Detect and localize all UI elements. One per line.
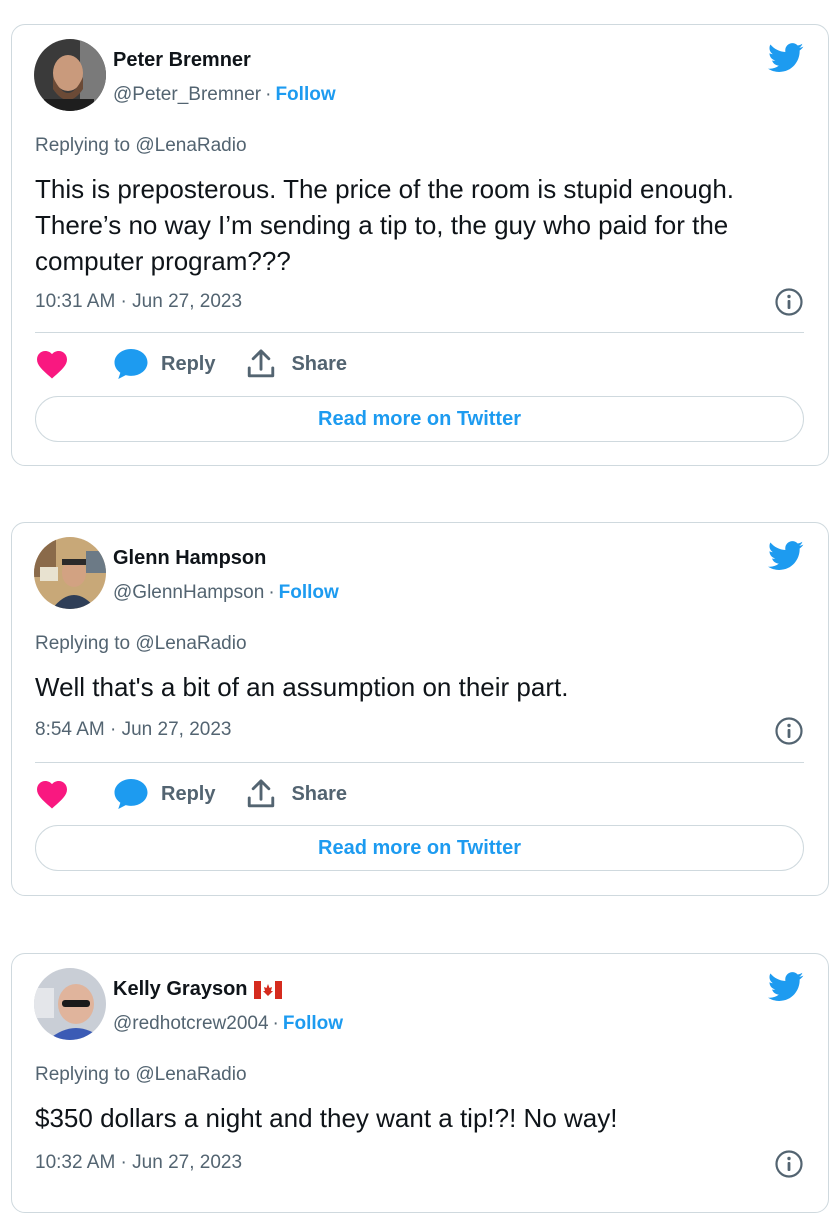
tweet-card[interactable]: Kelly Grayson @redhotcrew2004 · Follow Rep… xyxy=(11,953,829,1213)
author-avatar[interactable] xyxy=(34,968,106,1040)
twitter-bird-icon[interactable] xyxy=(768,43,804,73)
tweet-text: This is preposterous. The price of the r… xyxy=(35,174,741,276)
replying-to: Replying to @LenaRadio xyxy=(35,1064,247,1085)
divider xyxy=(35,332,804,333)
info-icon[interactable] xyxy=(774,287,804,317)
reply-bubble-icon xyxy=(114,349,148,379)
read-more-button[interactable]: Read more on Twitter xyxy=(35,396,804,442)
author-name-row: Glenn Hampson xyxy=(113,547,266,570)
share-upload-icon xyxy=(248,779,275,808)
twitter-bird-icon[interactable] xyxy=(768,541,804,571)
share-button[interactable]: Share xyxy=(215,777,347,811)
reply-button[interactable]: Reply xyxy=(113,777,215,811)
author-name[interactable]: Glenn Hampson xyxy=(113,547,266,570)
share-label: Share xyxy=(291,782,348,805)
author-avatar[interactable] xyxy=(34,537,106,609)
timestamp[interactable]: 8:54 AM · Jun 27, 2023 xyxy=(35,719,231,741)
read-more-button[interactable]: Read more on Twitter xyxy=(35,825,804,871)
like-heart-icon[interactable] xyxy=(35,349,69,379)
separator-dot: · xyxy=(268,582,275,603)
replying-to: Replying to @LenaRadio xyxy=(35,135,247,156)
handle-row: @Peter_Bremner · Follow xyxy=(113,84,336,106)
author-handle[interactable]: @redhotcrew2004 xyxy=(113,1013,269,1034)
action-bar: Reply Share xyxy=(35,347,347,381)
tweet-card[interactable]: Peter Bremner @Peter_Bremner · Follow Repl… xyxy=(11,24,829,466)
handle-row: @redhotcrew2004 · Follow xyxy=(113,1013,343,1035)
avatar-photo xyxy=(34,537,106,609)
author-name[interactable]: Peter Bremner xyxy=(113,49,251,72)
separator-dot: · xyxy=(272,1013,279,1034)
author-name-row: Peter Bremner xyxy=(113,49,251,72)
avatar-photo xyxy=(34,39,106,111)
share-upload-icon xyxy=(248,349,275,378)
timestamp[interactable]: 10:31 AM · Jun 27, 2023 xyxy=(35,291,242,313)
info-icon[interactable] xyxy=(774,1149,804,1179)
handle-row: @GlennHampson · Follow xyxy=(113,582,339,604)
follow-button[interactable]: Follow xyxy=(283,1013,343,1034)
reply-label: Reply xyxy=(161,782,216,805)
twitter-bird-icon[interactable] xyxy=(768,972,804,1002)
follow-button[interactable]: Follow xyxy=(275,84,335,105)
author-handle[interactable]: @GlennHampson xyxy=(113,582,264,603)
author-name[interactable]: Kelly Grayson xyxy=(113,978,248,1001)
timestamp[interactable]: 10:32 AM · Jun 27, 2023 xyxy=(35,1152,242,1174)
tweet-text: $350 dollars a night and they want a tip… xyxy=(35,1103,618,1133)
like-heart-icon[interactable] xyxy=(35,779,69,809)
author-name-row: Kelly Grayson xyxy=(113,978,282,1001)
canada-flag-icon xyxy=(253,980,282,999)
author-handle[interactable]: @Peter_Bremner xyxy=(113,84,261,105)
tweet-card[interactable]: Glenn Hampson @GlennHampson · Follow Reply… xyxy=(11,522,829,896)
avatar-photo xyxy=(34,968,106,1040)
info-icon[interactable] xyxy=(774,716,804,746)
separator-dot: · xyxy=(265,84,272,105)
author-avatar[interactable] xyxy=(34,39,106,111)
tweet-text: Well that's a bit of an assumption on th… xyxy=(35,672,569,702)
share-label: Share xyxy=(291,352,348,375)
action-bar: Reply Share xyxy=(35,777,347,811)
divider xyxy=(35,762,804,763)
follow-button[interactable]: Follow xyxy=(279,582,339,603)
reply-button[interactable]: Reply xyxy=(113,347,215,381)
reply-label: Reply xyxy=(161,352,216,375)
share-button[interactable]: Share xyxy=(215,347,347,381)
reply-bubble-icon xyxy=(114,779,148,809)
replying-to: Replying to @LenaRadio xyxy=(35,633,247,654)
